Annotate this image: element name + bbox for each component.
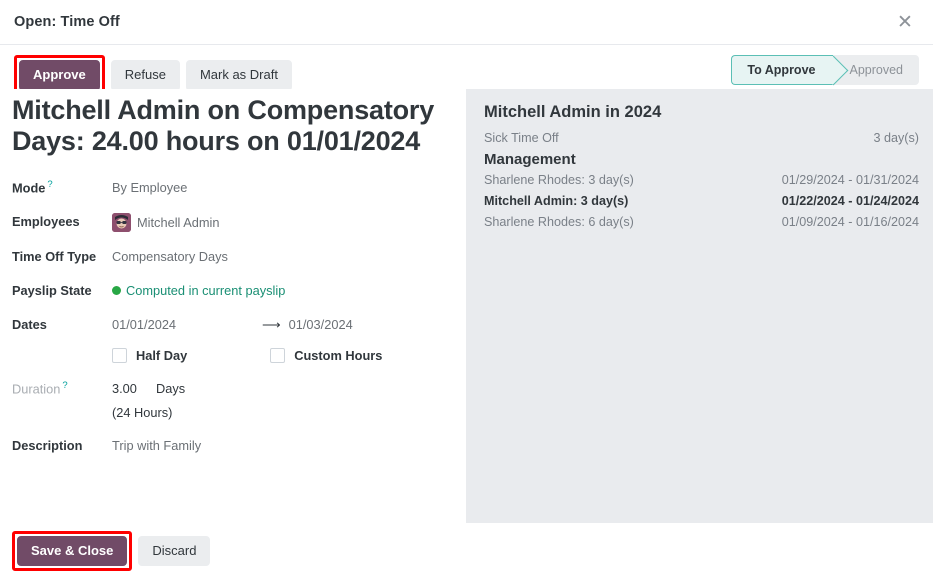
field-label-dates: Dates [12,315,112,333]
field-value-duration: 3.00Days (24 Hours) [112,379,452,421]
entry-who: Sharlene Rhodes: 6 day(s) [484,213,634,232]
field-row-employees: Employees Mitch [12,212,452,232]
half-day-label: Half Day [136,347,187,364]
duration-line-1: 3.00Days [112,380,452,397]
refuse-button[interactable]: Refuse [111,60,180,91]
field-row-duration: Duration? 3.00Days (24 Hours) [12,379,452,421]
duration-unit: Days [156,381,185,396]
form-column: Mitchell Admin on Compensatory Days: 24.… [0,89,466,523]
duration-hours: (24 Hours) [112,404,452,421]
field-row-time-off-type: Time Off Type Compensatory Days [12,247,452,266]
field-label-mode-text: Mode [12,180,45,195]
close-icon[interactable]: ✕ [891,8,919,36]
status-dot-icon [112,286,121,295]
save-and-close-button[interactable]: Save & Close [17,536,127,567]
field-value-employees[interactable]: Mitchell Admin [112,212,452,232]
side-panel: Mitchell Admin in 2024 Sick Time Off 3 d… [466,89,933,523]
entry-range: 01/09/2024 - 01/16/2024 [782,213,919,232]
avatar-face-icon [112,213,131,232]
field-label-duration-text: Duration [12,382,60,397]
custom-hours-checkbox-wrap[interactable]: Custom Hours [270,347,382,364]
discard-button[interactable]: Discard [138,536,210,567]
duration-amount[interactable]: 3.00 [112,380,156,397]
side-panel-section-title: Management [484,151,919,168]
half-day-checkbox-wrap[interactable]: Half Day [112,347,187,364]
date-from-input[interactable]: 01/01/2024 [112,316,262,333]
custom-hours-checkbox[interactable] [270,348,285,363]
approve-button[interactable]: Approve [19,60,100,91]
statusbar-item-to-approve[interactable]: To Approve [731,55,833,85]
field-label-description: Description [12,436,112,454]
side-panel-summary-value: 3 day(s) [874,129,920,148]
side-panel-entry-row: Sharlene Rhodes: 3 day(s) 01/29/2024 - 0… [484,170,919,191]
mark-as-draft-button[interactable]: Mark as Draft [186,60,292,91]
field-row-payslip-state: Payslip State Computed in current paysli… [12,281,452,300]
field-row-dates: Dates 01/01/2024 ⟶ 01/03/2024 Half Day [12,315,452,365]
field-row-description: Description Trip with Family [12,436,452,455]
field-label-employees: Employees [12,212,112,230]
side-panel-summary-label: Sick Time Off [484,129,559,148]
field-label-duration: Duration? [12,379,112,398]
field-list: Mode? By Employee Employees [12,178,452,455]
side-panel-entry-row: Mitchell Admin: 3 day(s) 01/22/2024 - 01… [484,191,919,212]
save-close-button-highlight: Save & Close [12,531,132,572]
side-panel-summary-row: Sick Time Off 3 day(s) [484,128,919,149]
entry-range: 01/22/2024 - 01/24/2024 [782,192,919,211]
modal-footer: Save & Close Discard [0,523,933,579]
statusbar: To Approve Approved [731,55,919,85]
employee-name: Mitchell Admin [137,215,220,230]
field-label-mode: Mode? [12,178,112,197]
date-to-input[interactable]: 01/03/2024 [289,316,353,333]
dates-line: 01/01/2024 ⟶ 01/03/2024 [112,316,452,334]
body-columns: Mitchell Admin on Compensatory Days: 24.… [0,89,933,523]
record-title: Mitchell Admin on Compensatory Days: 24.… [12,95,452,158]
payslip-state-text: Computed in current payslip [126,283,285,298]
dates-checkbox-line: Half Day Custom Hours [112,347,452,364]
field-row-mode: Mode? By Employee [12,178,452,197]
control-bar: Approve Refuse Mark as Draft To Approve … [0,45,933,89]
field-label-time-off-type: Time Off Type [12,247,112,265]
field-label-payslip-state: Payslip State [12,281,112,299]
entry-who: Sharlene Rhodes: 3 day(s) [484,171,634,190]
entry-who: Mitchell Admin: 3 day(s) [484,192,628,211]
half-day-checkbox[interactable] [112,348,127,363]
help-icon-mode[interactable]: ? [47,179,52,190]
entry-range: 01/29/2024 - 01/31/2024 [782,171,919,190]
custom-hours-label: Custom Hours [294,347,382,364]
side-panel-title: Mitchell Admin in 2024 [484,103,919,122]
field-value-time-off-type[interactable]: Compensatory Days [112,247,452,265]
modal-title: Open: Time Off [14,14,120,30]
field-value-dates: 01/01/2024 ⟶ 01/03/2024 Half Day Cu [112,315,452,365]
side-panel-entry-row: Sharlene Rhodes: 6 day(s) 01/09/2024 - 0… [484,212,919,233]
field-value-mode[interactable]: By Employee [112,178,452,196]
employee-avatar-icon [112,213,131,232]
modal-header: Open: Time Off ✕ [0,0,933,45]
field-value-description[interactable]: Trip with Family [112,436,452,454]
arrow-right-icon: ⟶ [262,316,281,334]
modal-body: Approve Refuse Mark as Draft To Approve … [0,45,933,523]
help-icon-duration[interactable]: ? [62,380,67,391]
field-value-payslip-state[interactable]: Computed in current payslip [112,281,452,299]
